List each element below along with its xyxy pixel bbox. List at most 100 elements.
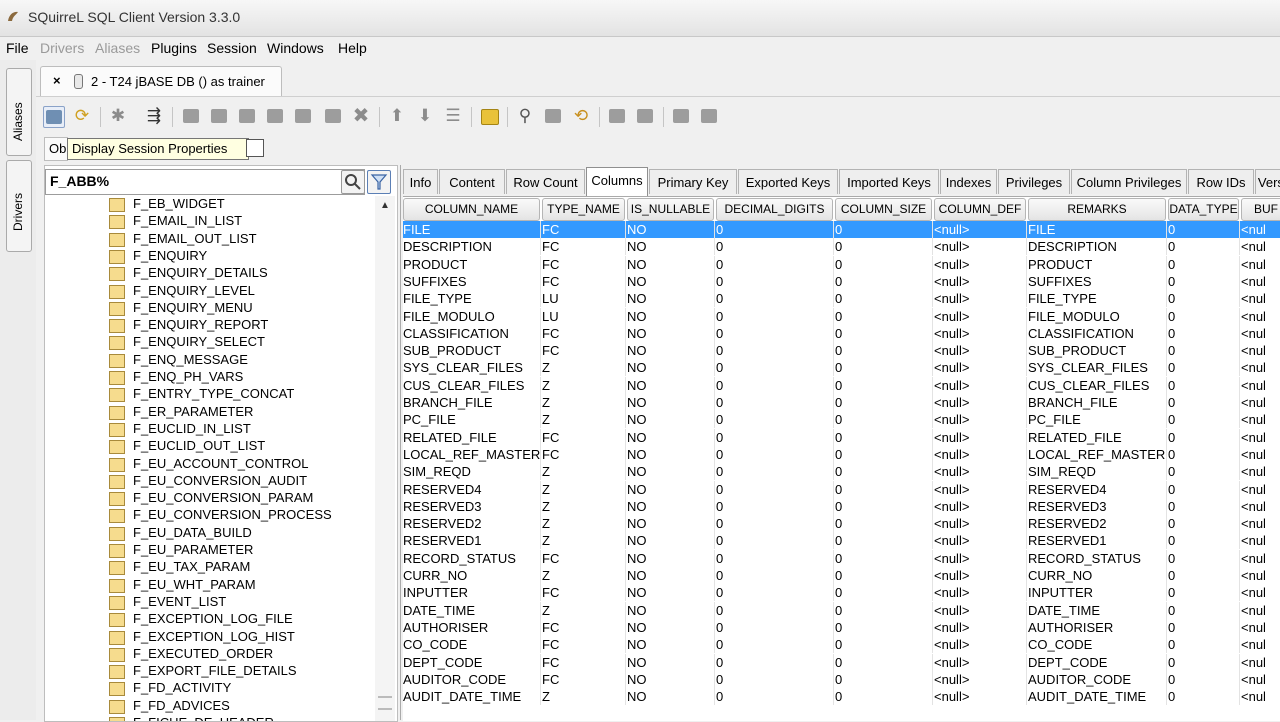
search-button[interactable] [341, 170, 365, 194]
next-button[interactable]: ⬇ [415, 106, 435, 126]
column-header-column-name[interactable]: COLUMN_NAME [403, 198, 540, 221]
session-tab[interactable]: × 2 - T24 jBASE DB () as trainer [40, 66, 282, 96]
table-row[interactable]: RESERVED3 Z NO 0 0 <null> RESERVED3 0 <nul [403, 497, 1280, 515]
tab-column-privileges[interactable]: Column Privileges [1071, 169, 1187, 194]
column-header-column-def[interactable]: COLUMN_DEF [934, 198, 1026, 221]
table-row[interactable]: RELATED_FILE FC NO 0 0 <null> RELATED_FILE 0 <nu… [403, 428, 1280, 446]
tab-versio[interactable]: Versio [1255, 169, 1280, 194]
table-row[interactable]: FILE FC NO 0 0 <null> FILE 0 <nul [403, 221, 1280, 238]
table-row[interactable]: BRANCH_FILE Z NO 0 0 <null> BRANCH_FILE 0 <nul [403, 394, 1280, 411]
menu-plugins[interactable]: Plugins [151, 40, 197, 56]
open-file-button[interactable] [209, 106, 229, 126]
tree-item-label: F_EU_WHT_PARAM [133, 576, 256, 592]
tab-imported-keys[interactable]: Imported Keys [839, 169, 939, 194]
replace-button[interactable] [543, 106, 563, 126]
column-header-data-type[interactable]: DATA_TYPE [1168, 198, 1239, 221]
object-filter-input[interactable]: F_ABB% [45, 169, 365, 195]
menu-session[interactable]: Session [207, 40, 257, 56]
table-cell: 0 [835, 255, 933, 273]
tab-row-ids[interactable]: Row IDs [1188, 169, 1254, 194]
table-cell: 0 [1168, 342, 1240, 360]
table-row[interactable]: DEPT_CODE FC NO 0 0 <null> DEPT_CODE 0 <nul [403, 653, 1280, 671]
graph-button[interactable] [607, 106, 627, 126]
table-row[interactable]: SYS_CLEAR_FILES Z NO 0 0 <null> SYS_CLEAR_FILE… [403, 359, 1280, 377]
format-sql-button[interactable]: ⟲ [571, 106, 591, 126]
run-sql-button[interactable]: ✱ [108, 106, 128, 126]
tab-primary-key[interactable]: Primary Key [649, 169, 737, 194]
table-row[interactable]: RESERVED1 Z NO 0 0 <null> RESERVED1 0 <nul [403, 532, 1280, 550]
save-as-button[interactable] [293, 106, 313, 126]
table-row[interactable]: DATE_TIME Z NO 0 0 <null> DATE_TIME 0 <nul [403, 601, 1280, 619]
aliases-side-tab[interactable]: Aliases [6, 68, 32, 156]
history-button[interactable]: ☰ [443, 106, 463, 126]
table-row[interactable]: RESERVED2 Z NO 0 0 <null> RESERVED2 0 <nul [403, 515, 1280, 533]
tab-content[interactable]: Content [439, 169, 505, 194]
commit-button[interactable]: ⇶ [144, 106, 164, 126]
table-row[interactable]: DESCRIPTION FC NO 0 0 <null> DESCRIPTION 0 <nul [403, 238, 1280, 256]
column-header-remarks[interactable]: REMARKS [1028, 198, 1166, 221]
session-properties-tooltip: Display Session Properties [67, 138, 249, 160]
column-header-decimal-digits[interactable]: DECIMAL_DIGITS [716, 198, 833, 221]
table-cell: PRODUCT [403, 255, 541, 273]
close-session-icon[interactable]: × [53, 73, 61, 88]
edit-sql-icon[interactable] [246, 139, 264, 157]
table-row[interactable]: CLASSIFICATION FC NO 0 0 <null> CLASSIFICATION… [403, 324, 1280, 342]
objects-tab[interactable]: Ob [44, 137, 68, 161]
table-row[interactable]: CO_CODE FC NO 0 0 <null> CO_CODE 0 <nul [403, 636, 1280, 654]
tab-columns[interactable]: Columns [586, 167, 648, 196]
tab-privileges[interactable]: Privileges [998, 169, 1070, 194]
table-row[interactable]: SUFFIXES FC NO 0 0 <null> SUFFIXES 0 <nul [403, 272, 1280, 290]
menu-file[interactable]: File [6, 40, 29, 56]
table-row[interactable]: AUDIT_DATE_TIME Z NO 0 0 <null> AUDIT_DATE_TIM… [403, 688, 1280, 706]
menu-help[interactable]: Help [338, 40, 367, 56]
table-row[interactable]: SUB_PRODUCT FC NO 0 0 <null> SUB_PRODUCT 0 <nul [403, 342, 1280, 360]
column-header-column-size[interactable]: COLUMN_SIZE [835, 198, 932, 221]
reconnect-button[interactable]: ⟳ [72, 106, 92, 126]
table-row[interactable]: RECORD_STATUS FC NO 0 0 <null> RECORD_STATUS 0 <… [403, 549, 1280, 567]
new-file-button[interactable] [181, 106, 201, 126]
tree-vertical-scrollbar[interactable]: ▲ [375, 196, 395, 721]
table-row[interactable]: LOCAL_REF_MASTER FC NO 0 0 <null> LOCAL_REF_MA… [403, 445, 1280, 463]
table-cell: INPUTTER [1028, 584, 1167, 602]
filter-button[interactable] [367, 170, 391, 194]
tile-horizontal-button[interactable] [671, 106, 691, 126]
column-header-buf[interactable]: BUF [1241, 198, 1280, 221]
print-button[interactable] [323, 106, 343, 126]
table-row[interactable]: PC_FILE Z NO 0 0 <null> PC_FILE 0 <nul [403, 411, 1280, 429]
table-cell: NO [627, 411, 715, 429]
tree-item-label: F_EMAIL_IN_LIST [133, 213, 243, 229]
table-row[interactable]: CUS_CLEAR_FILES Z NO 0 0 <null> CUS_CLEAR_FILE… [403, 376, 1280, 394]
session-properties-button[interactable] [43, 106, 65, 128]
find-button[interactable]: ⚲ [515, 106, 535, 126]
toolbar-separator [663, 107, 664, 127]
table-row[interactable]: PRODUCT FC NO 0 0 <null> PRODUCT 0 <nul [403, 255, 1280, 273]
table-row[interactable]: INPUTTER FC NO 0 0 <null> INPUTTER 0 <nul [403, 584, 1280, 602]
drivers-side-tab[interactable]: Drivers [6, 160, 32, 252]
table-row[interactable]: FILE_TYPE LU NO 0 0 <null> FILE_TYPE 0 <nul [403, 290, 1280, 308]
bookmark-button[interactable] [479, 106, 499, 126]
scroll-up-icon[interactable]: ▲ [380, 200, 390, 211]
tile-vertical-button[interactable] [699, 106, 719, 126]
menu-windows[interactable]: Windows [267, 40, 324, 56]
tab-indexes[interactable]: Indexes [940, 169, 997, 194]
previous-button[interactable]: ⬆ [387, 106, 407, 126]
tab-info[interactable]: Info [403, 169, 438, 194]
table-row[interactable]: AUDITOR_CODE FC NO 0 0 <null> AUDITOR_CODE 0 <nu… [403, 670, 1280, 688]
append-file-button[interactable] [237, 106, 257, 126]
save-button[interactable] [265, 106, 285, 126]
table-cell: <nul [1241, 273, 1280, 290]
table-row[interactable]: SIM_REQD Z NO 0 0 <null> SIM_REQD 0 <nul [403, 463, 1280, 481]
table-row[interactable]: RESERVED4 Z NO 0 0 <null> RESERVED4 0 <nul [403, 480, 1280, 498]
edit-button[interactable] [635, 106, 655, 126]
table-row[interactable]: FILE_MODULO LU NO 0 0 <null> FILE_MODULO 0 <nul [403, 307, 1280, 325]
column-header-is-nullable[interactable]: IS_NULLABLE [627, 198, 714, 221]
table-icon [109, 353, 125, 368]
scroll-grip[interactable] [378, 696, 392, 710]
table-row[interactable]: AUTHORISER FC NO 0 0 <null> AUTHORISER 0 <nul [403, 618, 1280, 636]
tab-exported-keys[interactable]: Exported Keys [738, 169, 838, 194]
tab-row-count[interactable]: Row Count [506, 169, 585, 194]
table-cell: <nul [1241, 567, 1280, 584]
table-row[interactable]: CURR_NO Z NO 0 0 <null> CURR_NO 0 <nul [403, 567, 1280, 584]
close-file-button[interactable]: ✖ [351, 106, 371, 126]
column-header-type-name[interactable]: TYPE_NAME [542, 198, 625, 221]
